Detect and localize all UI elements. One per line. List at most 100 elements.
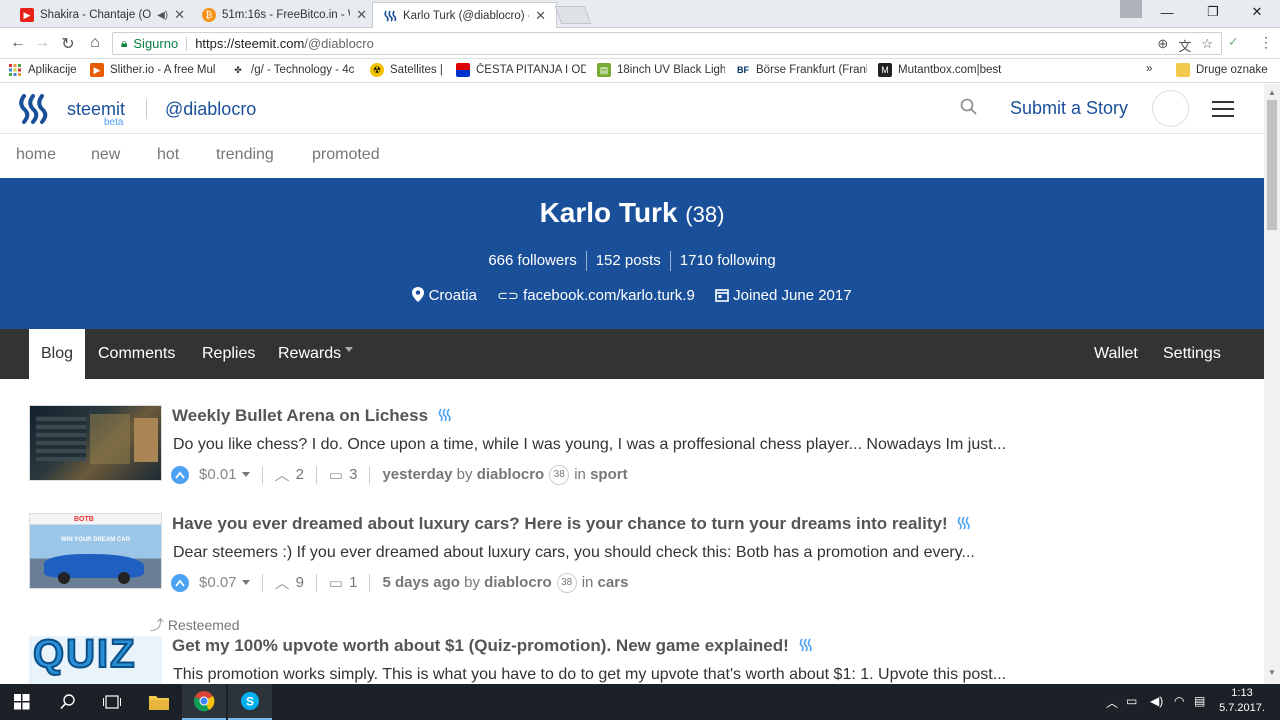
youtube-icon: ▶ [20, 8, 34, 22]
by-label: by [456, 466, 473, 483]
back-arrow-icon[interactable]: ← [8, 34, 28, 52]
bookmark-slither[interactable]: ▶ Slither.io - A free Mul [90, 63, 220, 77]
tab-comments[interactable]: Comments [86, 329, 187, 379]
window-close-icon[interactable]: ✕ [1234, 0, 1280, 24]
tab-replies[interactable]: Replies [190, 329, 267, 379]
extension-check-icon[interactable]: ✓ [1228, 34, 1239, 50]
post-author[interactable]: diablocro [477, 466, 545, 483]
zoom-icon[interactable]: ⊕ [1157, 36, 1168, 55]
translate-icon[interactable]: 文 [1178, 36, 1191, 55]
bitcoin-icon: ₿ [202, 8, 216, 22]
website-link[interactable]: facebook.com/karlo.turk.9 [523, 287, 695, 304]
chevron-down-icon[interactable] [241, 472, 250, 477]
new-tab-button[interactable] [554, 6, 592, 24]
post-thumbnail[interactable]: QUIZ [29, 636, 162, 684]
post-title[interactable]: Have you ever dreamed about luxury cars?… [172, 514, 971, 535]
comments-count[interactable]: 1 [349, 574, 357, 591]
task-view-icon[interactable] [90, 684, 134, 720]
audio-icon[interactable]: ◀) [157, 10, 168, 21]
tab-settings[interactable]: Settings [1151, 329, 1233, 379]
user-handle[interactable]: @diablocro [165, 99, 256, 120]
chrome-menu-icon[interactable]: ⋮ [1259, 34, 1273, 51]
search-icon[interactable] [46, 684, 90, 720]
post-time[interactable]: 5 days ago [382, 574, 460, 591]
post-title[interactable]: Get my 100% upvote worth about $1 (Quiz-… [172, 636, 813, 657]
post-category[interactable]: sport [590, 466, 628, 483]
steemit-logo-icon[interactable] [16, 92, 50, 131]
file-explorer-icon[interactable] [137, 684, 181, 720]
bookmark-cesta-pitanja[interactable]: ČESTA PITANJA I ODG [456, 63, 586, 77]
following-count[interactable]: 1710 following [671, 252, 785, 269]
browser-tab-freebitco[interactable]: ₿ 51m:16s - FreeBitco.in - W ✕ [192, 2, 377, 28]
tab-rewards[interactable]: Rewards [266, 329, 365, 379]
post-description[interactable]: Do you like chess? I do. Once upon a tim… [173, 436, 1083, 454]
bookmark-4chan[interactable]: ✤ /g/ - Technology - 4c [231, 63, 359, 77]
post-description[interactable]: Dear steemers :) If you ever dreamed abo… [173, 544, 1083, 562]
bookmarks-overflow[interactable]: » [1146, 63, 1152, 75]
scroll-up-icon[interactable]: ▲ [1268, 88, 1276, 97]
avatar[interactable] [1152, 90, 1189, 127]
close-icon[interactable]: ✕ [174, 7, 185, 23]
nav-hot[interactable]: hot [157, 146, 179, 164]
comments-count[interactable]: 3 [349, 466, 357, 483]
reload-icon[interactable]: ↻ [58, 34, 78, 54]
restore-icon[interactable]: ❐ [1190, 0, 1236, 24]
post-category[interactable]: cars [598, 574, 629, 591]
volume-icon[interactable]: ◀) [1150, 694, 1163, 708]
bookmark-label: ČESTA PITANJA I ODG [476, 64, 586, 76]
votes-count[interactable]: 9 [296, 574, 304, 591]
votes-count[interactable]: 2 [296, 466, 304, 483]
browser-tab-steemit[interactable]: Karlo Turk (@diablocro) - ✕ [372, 2, 557, 28]
page-scrollbar[interactable]: ▲ ▼ [1264, 84, 1280, 684]
nav-new[interactable]: new [91, 146, 120, 164]
submit-story-link[interactable]: Submit a Story [1010, 98, 1128, 119]
bookmark-mutantbox[interactable]: M Mutantbox.com|best [878, 63, 1008, 77]
post-thumbnail[interactable]: BOTB WIN YOUR DREAM CAR [29, 513, 162, 589]
hamburger-menu-icon[interactable] [1212, 101, 1234, 117]
taskbar-clock[interactable]: 1:13 5.7.2017. [1212, 686, 1272, 716]
battery-icon[interactable]: ▭ [1126, 694, 1137, 708]
payout-value[interactable]: $0.01 [199, 466, 237, 483]
scroll-thumb[interactable] [1267, 100, 1277, 230]
post-description[interactable]: This promotion works simply. This is wha… [173, 666, 1083, 684]
nav-home[interactable]: home [16, 146, 56, 164]
bookmark-apps[interactable]: Aplikacije [8, 63, 77, 77]
nav-trending[interactable]: trending [216, 146, 274, 164]
upvote-button[interactable] [171, 573, 189, 592]
notifications-icon[interactable]: ▤ [1194, 694, 1205, 708]
address-bar[interactable]: 🔒︎ Sigurno https://steemit.com/@diablocr… [112, 32, 1222, 55]
browser-profile-icon[interactable] [1120, 0, 1142, 18]
followers-count[interactable]: 666 followers [479, 252, 585, 269]
windows-start-icon[interactable] [0, 684, 44, 720]
bookmark-uv-light[interactable]: ▤ 18inch UV Black Light [597, 63, 725, 77]
forward-arrow-icon[interactable]: → [32, 34, 52, 52]
bookmark-boerse[interactable]: BF Börse Frankfurt (Frank [736, 63, 867, 77]
skype-taskbar-icon[interactable]: S [228, 684, 272, 720]
minimize-icon[interactable]: — [1144, 0, 1190, 24]
profile-tab-bar: Blog Comments Replies Rewards Wallet Set… [0, 329, 1264, 379]
post-thumbnail[interactable] [29, 405, 162, 481]
post-title[interactable]: Weekly Bullet Arena on Lichess [172, 406, 452, 427]
post-author[interactable]: diablocro [484, 574, 552, 591]
bookmark-other[interactable]: Druge oznake [1176, 63, 1268, 77]
show-hidden-icons[interactable]: ︿ [1106, 694, 1118, 711]
post-time[interactable]: yesterday [382, 466, 452, 483]
tab-wallet[interactable]: Wallet [1082, 329, 1150, 379]
close-icon[interactable]: ✕ [356, 7, 367, 23]
bookmark-satellites[interactable]: ☢ Satellites | [370, 63, 443, 77]
chevron-down-icon[interactable] [241, 580, 250, 585]
tab-blog[interactable]: Blog [29, 329, 86, 379]
payout-value[interactable]: $0.07 [199, 574, 237, 591]
upvote-button[interactable] [171, 465, 189, 484]
post-title-text: Weekly Bullet Arena on Lichess [172, 406, 429, 425]
home-icon[interactable]: ⌂ [85, 34, 105, 52]
close-icon[interactable]: ✕ [535, 8, 546, 24]
website-item[interactable]: ⊂⊃ facebook.com/karlo.turk.9 [497, 287, 695, 304]
scroll-down-icon[interactable]: ▼ [1268, 668, 1276, 677]
nav-promoted[interactable]: promoted [312, 146, 380, 164]
search-icon[interactable] [960, 98, 978, 121]
chrome-taskbar-icon[interactable] [182, 684, 226, 720]
browser-tab-youtube[interactable]: ▶ Shakira - Chantaje (Of ◀) ✕ [10, 2, 195, 28]
wifi-icon[interactable]: ◠ [1174, 694, 1184, 708]
bookmark-star-icon[interactable]: ☆ [1201, 36, 1213, 55]
